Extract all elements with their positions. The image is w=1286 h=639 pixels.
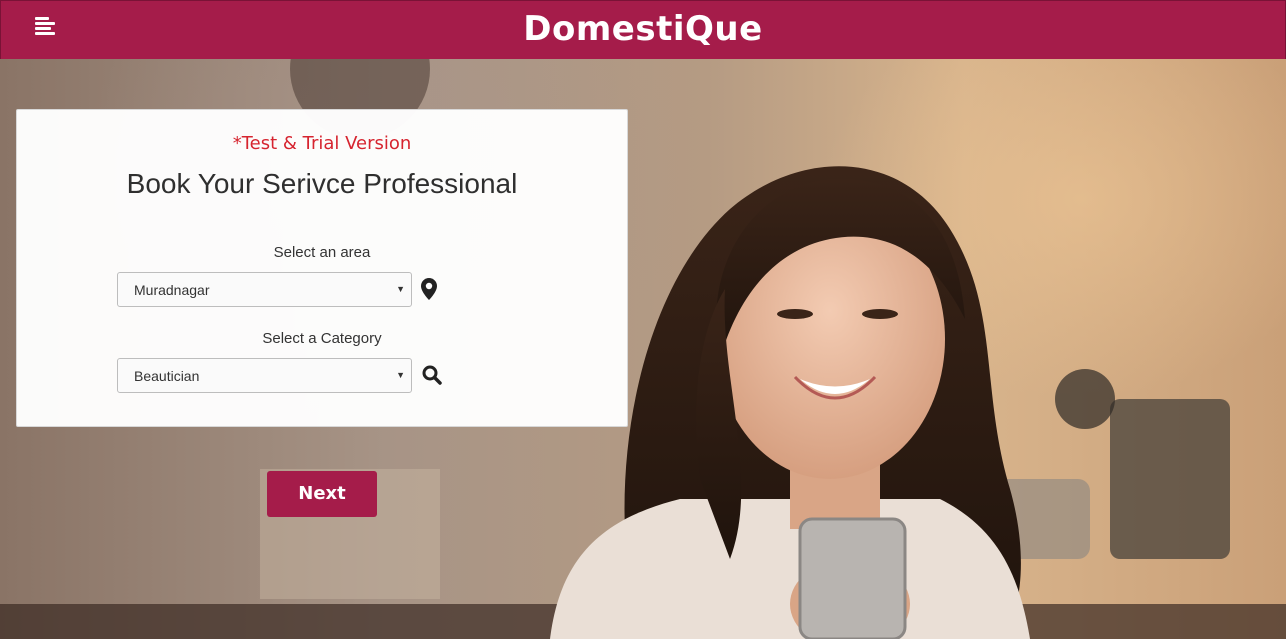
booking-form-card: *Test & Trial Version Book Your Serivce … — [16, 109, 628, 427]
form-title: Book Your Serivce Professional — [126, 168, 518, 199]
category-label: Select a Category — [262, 330, 382, 347]
brand-logo[interactable]: DomestiQue — [1, 9, 1285, 49]
next-button[interactable]: Next — [267, 471, 377, 517]
area-select-value: Muradnagar — [134, 282, 210, 298]
trial-notice: *Test & Trial Version — [232, 133, 412, 154]
chevron-down-icon: ▼ — [396, 370, 405, 380]
area-select[interactable]: Muradnagar ▼ — [117, 272, 412, 307]
search-icon[interactable] — [422, 365, 444, 389]
area-label: Select an area — [273, 244, 371, 261]
category-select-value: Beautician — [134, 368, 200, 384]
category-select[interactable]: Beautician ▼ — [117, 358, 412, 393]
chevron-down-icon: ▼ — [396, 284, 405, 294]
app-header: DomestiQue — [0, 0, 1286, 59]
map-pin-icon[interactable] — [421, 278, 443, 302]
